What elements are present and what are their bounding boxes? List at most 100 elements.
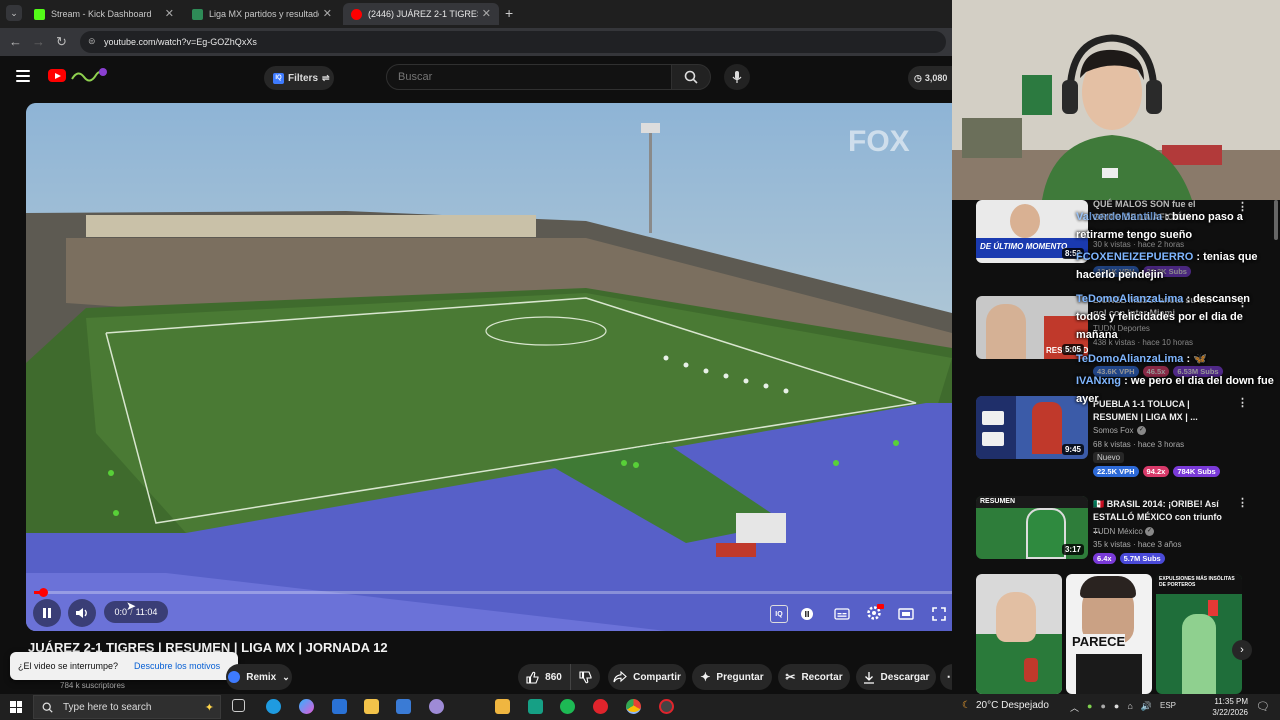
clock-time: 11:35 PM [1214,697,1248,706]
chat-text: : 🦋 [1186,353,1207,365]
opera-icon[interactable] [593,699,608,714]
video-player[interactable]: FOX 0:0 / 11:04 ➤ IQ [26,103,952,631]
shorts-card[interactable]: EXPULSIONES MÁS INSÓLITAS DE PORTEROS [1156,574,1242,694]
theater-mode-button[interactable] [896,605,916,623]
url-text: youtube.com/watch?v=Eg-GOZhQxXs [104,37,257,47]
youtube-doodle-logo[interactable] [70,67,108,83]
tab-liga-mx[interactable]: Liga MX partidos y resultados ✕ [184,3,340,25]
clip-label: Recortar [801,671,843,683]
vscode-icon[interactable] [396,699,411,714]
sidebar-scrollbar[interactable] [1274,200,1278,240]
close-icon[interactable]: ✕ [323,7,332,20]
tray-app-icon[interactable]: ● [1114,701,1119,714]
weather-widget[interactable]: ☾ 20°C Despejado [962,700,1049,711]
fullscreen-button[interactable] [929,605,949,623]
shorts-next-button[interactable]: › [1232,640,1252,660]
shorts-card[interactable]: PARECE [1066,574,1152,694]
share-label: Compartir [633,671,681,683]
youtube-logo[interactable] [48,69,66,82]
tab-youtube-video[interactable]: (2446) JUÁREZ 2-1 TIGRES | RESUMEN ✕ [343,3,499,25]
video-meta: 68 k vistas · hace 3 horas [1093,440,1185,449]
chat-message: FCOXENEIZEPUERRO : tenias que hacerlo pe… [1076,248,1276,284]
extension-iq-button[interactable]: IQ [770,605,788,623]
url-field[interactable]: ⊜ youtube.com/watch?v=Eg-GOZhQxXs [80,31,946,53]
download-button[interactable]: Descargar [856,664,936,690]
clock-date: 3/22/2026 [1212,708,1248,717]
tab-list-dropdown[interactable]: ⌄ [6,5,22,21]
shorts-card[interactable] [976,574,1062,694]
video-channel[interactable]: Somos Fox [1093,426,1133,435]
share-button[interactable]: Compartir [608,664,686,690]
edge-icon[interactable] [266,699,281,714]
search-icon [684,70,698,84]
network-icon[interactable]: ⌂ [1127,701,1132,714]
folder-icon[interactable] [495,699,510,714]
tray-app-icon[interactable]: ● [1100,701,1105,714]
system-tray-icons[interactable]: ︿ ● ● ● ⌂ 🔊 ESP [1070,701,1176,714]
task-view-icon[interactable] [232,699,245,712]
copilot-icon[interactable] [299,699,314,714]
live-views-counter[interactable]: ◷ 3,080 [908,66,952,90]
ratio-badge: 94.2x [1142,466,1170,477]
windows-start-icon[interactable] [10,701,22,713]
chat-message: TeDomoAlianzaLima : descansen todos y fe… [1076,290,1276,344]
youtube-icon [351,8,362,20]
pause-button[interactable] [33,599,61,627]
chat-user: TeDomoAlianzaLima [1076,353,1184,365]
chevron-up-icon[interactable]: ︿ [1070,701,1079,714]
search-input[interactable] [386,64,672,90]
captions-icon [834,608,850,620]
close-icon[interactable]: ✕ [165,7,174,20]
taskbar-search-placeholder: Type here to search [63,701,152,713]
obs-icon[interactable] [429,699,444,714]
like-button[interactable]: 860 [518,664,570,690]
new-tab-button[interactable]: + [505,5,513,21]
video-thumbnail[interactable]: RESUMEN 3:17 [976,496,1088,559]
toast-learn-more-link[interactable]: Descubre los motivos [134,661,220,671]
ask-button[interactable]: ✦ Preguntar [692,664,772,690]
discord-icon[interactable] [528,699,543,714]
tab-kick-dashboard[interactable]: Stream - Kick Dashboard ✕ [26,3,182,25]
progress-bar[interactable] [34,588,952,597]
miniplayer-toggle[interactable] [798,605,816,623]
volume-button[interactable] [68,599,96,627]
back-arrow-icon[interactable]: ← [9,34,22,49]
file-explorer-icon[interactable] [364,699,379,714]
video-thumbnail[interactable]: 9:45 [976,396,1088,459]
tray-app-icon[interactable]: ● [1087,701,1092,714]
hamburger-menu-icon[interactable] [16,70,30,82]
filters-button[interactable]: IQ Filters ⇌ [264,66,334,90]
reload-icon[interactable]: ↻ [56,34,67,50]
app-icon[interactable] [659,699,674,714]
chat-message: IVANxng : we pero el dia del down fue ay… [1076,372,1276,408]
spotify-icon[interactable] [560,699,575,714]
thumbnail-caption: RESUMEN [980,498,1016,505]
outlook-icon[interactable] [332,699,347,714]
more-options-icon[interactable]: ⋮ [1237,496,1248,509]
subtitles-button[interactable] [832,605,852,623]
site-info-icon[interactable]: ⊜ [88,36,96,47]
speaker-icon[interactable]: 🔊 [1141,701,1152,714]
language-indicator[interactable]: ESP [1160,701,1176,714]
clock[interactable]: 11:35 PM 3/22/2026 [1200,696,1248,718]
chrome-icon[interactable] [626,699,641,714]
subs-badge: 5.7M Subs [1119,553,1165,564]
video-thumbnail[interactable]: RESULTADO 5:05 [976,296,1088,359]
taskbar-search-field[interactable]: Type here to search ✦ [33,695,221,719]
thumbnail-caption: DE ÚLTIMO MOMENTO [980,242,1068,251]
notification-icon[interactable]: 🗨 [1256,700,1270,713]
kick-icon [34,8,45,20]
video-channel[interactable]: TUDN México [1093,527,1143,536]
close-icon[interactable]: ✕ [482,7,491,20]
search-button[interactable] [671,64,711,90]
clock-icon: ◷ [914,72,922,83]
new-badge: Nuevo [1093,452,1125,463]
remix-button[interactable]: Remix ⌄ [226,664,292,690]
settings-button[interactable] [864,603,884,623]
video-thumbnail[interactable]: DE ÚLTIMO MOMENTO 8:52 [976,200,1088,263]
forward-arrow-icon[interactable]: → [32,34,45,49]
clip-button[interactable]: ✂ Recortar [778,664,850,690]
fullscreen-icon [932,607,946,621]
voice-search-button[interactable] [724,64,750,90]
dislike-button[interactable] [570,664,600,690]
